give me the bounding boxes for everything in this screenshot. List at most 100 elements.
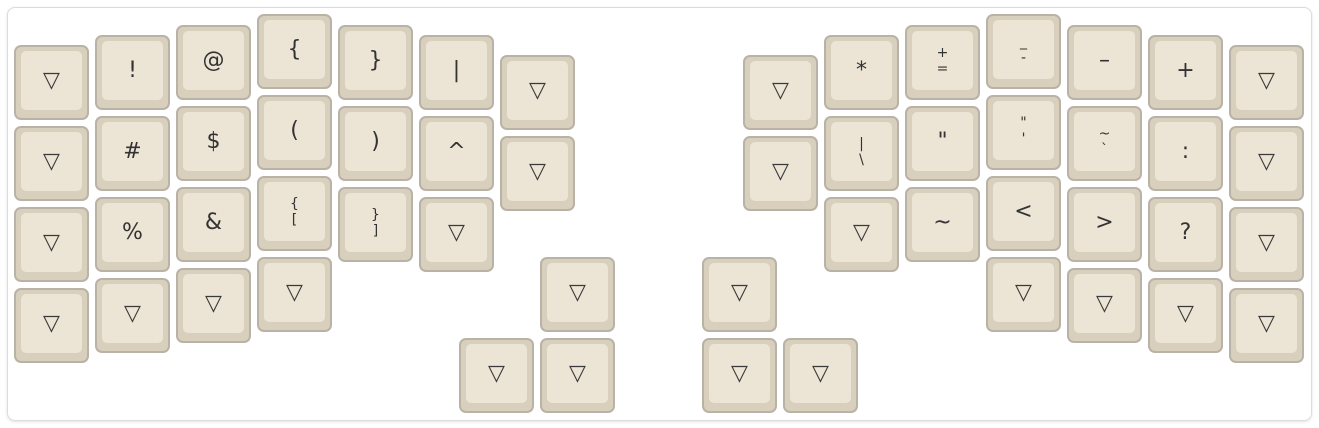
key-face: ▽ [21,51,82,110]
key-r-pinky-r2[interactable]: ? [1148,197,1223,272]
key-r-innermost-r0[interactable]: ▽ [743,55,818,130]
key-l-pinky-outer-r1[interactable]: ▽ [14,126,89,201]
key-r-ring-r3[interactable]: ▽ [1067,268,1142,343]
key-l-middle-r2[interactable]: {[ [257,176,332,251]
key-r-ring-r1[interactable]: ~ ` [1067,106,1142,181]
key-r-index-r0[interactable]: + = [905,25,980,100]
key-legend: { [287,36,302,62]
key-legend: ? [1179,219,1192,245]
key-r-middle-r1[interactable]: " ' [986,95,1061,170]
transparent-key-icon: ▽ [1177,300,1194,326]
key-legend-shifted: " [1020,114,1027,131]
key-face: ▽ [183,274,244,333]
key-face: ▽ [21,132,82,191]
key-face: > [1074,193,1135,252]
key-l-inner-r1[interactable]: ^ [419,116,494,191]
key-l-index-r0[interactable]: } [338,25,413,100]
key-l-pinky-outer-r2[interactable]: ▽ [14,207,89,282]
key-l-ring-r0[interactable]: @ [176,25,251,100]
key-l-middle-r3[interactable]: ▽ [257,257,332,332]
transparent-key-icon: ▽ [731,360,748,386]
key-face: { [264,20,325,79]
transparent-key-icon: ▽ [43,229,60,255]
key-face: ) [345,112,406,171]
key-l-innermost-r0[interactable]: ▽ [500,55,575,130]
key-l-pinky-outer-r3[interactable]: ▽ [14,288,89,363]
key-face: " [912,112,973,171]
key-face: ▽ [1236,294,1297,353]
key-face: ▽ [750,142,811,201]
transparent-key-icon: ▽ [731,279,748,305]
key-r-inner-r0[interactable]: * [824,35,899,110]
key-legend-stack: }] [371,207,380,239]
key-r-index-r2[interactable]: ~ [905,187,980,262]
key-r-middle-r2[interactable]: < [986,176,1061,251]
key-l-pinky-r0[interactable]: ! [95,35,170,110]
key-face: } [345,31,406,90]
key-r-innermost-r1[interactable]: ▽ [743,136,818,211]
key-r-pinky-outer-r1[interactable]: ▽ [1229,126,1304,201]
key-face: + = [912,31,973,90]
transparent-key-icon: ▽ [448,219,465,245]
key-l-pinky-r3[interactable]: ▽ [95,278,170,353]
key-legend: + [1176,57,1195,83]
key-r-thumb-lower-2[interactable]: ▽ [783,338,858,413]
key-legend-shifted: { [290,195,299,212]
key-l-ring-r2[interactable]: & [176,187,251,262]
key-r-pinky-r1[interactable]: : [1148,116,1223,191]
key-face: # [102,122,163,181]
key-r-pinky-r0[interactable]: + [1148,35,1223,110]
key-r-middle-r3[interactable]: ▽ [986,257,1061,332]
key-legend-shifted: ~ [1098,125,1111,142]
key-l-inner-r2[interactable]: ▽ [419,197,494,272]
key-face: ^ [426,122,487,181]
key-l-pinky-outer-r0[interactable]: ▽ [14,45,89,120]
key-r-pinky-outer-r0[interactable]: ▽ [1229,45,1304,120]
transparent-key-icon: ▽ [124,300,141,326]
key-r-thumb-upper[interactable]: ▽ [702,257,777,332]
key-face: ▽ [831,203,892,262]
key-l-innermost-r1[interactable]: ▽ [500,136,575,211]
key-l-thumb-upper[interactable]: ▽ [540,257,615,332]
key-legend: * [856,57,867,83]
key-face: ▽ [709,344,770,403]
transparent-key-icon: ▽ [569,360,586,386]
transparent-key-icon: ▽ [43,310,60,336]
transparent-key-icon: ▽ [43,67,60,93]
key-face: < [993,182,1054,241]
key-r-ring-r2[interactable]: > [1067,187,1142,262]
key-r-thumb-lower-1[interactable]: ▽ [702,338,777,413]
key-legend: | [452,57,461,83]
key-legend-shifted: } [371,206,380,223]
key-l-pinky-r1[interactable]: # [95,116,170,191]
key-l-middle-r1[interactable]: ( [257,95,332,170]
key-r-ring-r0[interactable]: – [1067,25,1142,100]
key-r-inner-r1[interactable]: | \ [824,116,899,191]
key-legend-base: = [936,60,949,77]
key-legend-stack: ~ ` [1099,126,1111,158]
key-l-ring-r3[interactable]: ▽ [176,268,251,343]
key-legend: % [122,219,143,245]
key-face: ? [1155,203,1216,262]
transparent-key-icon: ▽ [1258,148,1275,174]
key-legend: < [1014,198,1033,224]
key-r-pinky-r3[interactable]: ▽ [1148,278,1223,353]
key-r-index-r1[interactable]: " [905,106,980,181]
key-face: ▽ [709,263,770,322]
key-r-pinky-outer-r3[interactable]: ▽ [1229,288,1304,363]
transparent-key-icon: ▽ [1096,290,1113,316]
key-l-thumb-lower-2[interactable]: ▽ [540,338,615,413]
key-l-ring-r1[interactable]: $ [176,106,251,181]
key-l-index-r1[interactable]: ) [338,106,413,181]
key-r-pinky-outer-r2[interactable]: ▽ [1229,207,1304,282]
key-r-middle-r0[interactable]: _ - [986,14,1061,89]
key-r-inner-r2[interactable]: ▽ [824,197,899,272]
key-face: ▽ [21,213,82,272]
key-l-middle-r0[interactable]: { [257,14,332,89]
key-face: ▽ [21,294,82,353]
key-l-thumb-lower-1[interactable]: ▽ [459,338,534,413]
key-l-pinky-r2[interactable]: % [95,197,170,272]
key-face: ▽ [993,263,1054,322]
key-l-inner-r0[interactable]: | [419,35,494,110]
key-l-index-r2[interactable]: }] [338,187,413,262]
